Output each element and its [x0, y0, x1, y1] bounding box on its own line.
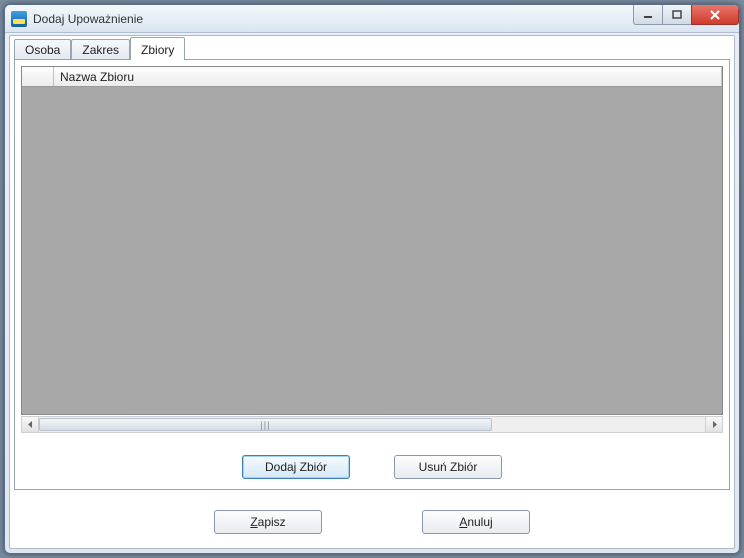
scroll-thumb[interactable]: ||| — [39, 418, 492, 431]
save-label-rest: apisz — [258, 515, 286, 529]
save-mnemonic: Z — [250, 515, 257, 529]
cancel-button[interactable]: Anuluj — [422, 510, 530, 534]
cancel-label-rest: nuluj — [467, 515, 492, 529]
client-area: Osoba Zakres Zbiory Nazwa Zbioru ||| — [9, 35, 735, 549]
tab-osoba[interactable]: Osoba — [14, 39, 71, 60]
remove-collection-button[interactable]: Usuń Zbiór — [394, 455, 502, 479]
chevron-left-icon — [27, 421, 34, 428]
close-icon — [709, 10, 721, 20]
scroll-right-button[interactable] — [705, 417, 722, 432]
app-icon — [11, 11, 27, 27]
tab-zakres[interactable]: Zakres — [71, 39, 130, 60]
tabstrip: Osoba Zakres Zbiory — [14, 38, 185, 60]
tabpage-zbiory: Nazwa Zbioru ||| Dodaj Zbiór — [14, 59, 730, 490]
window-title: Dodaj Upoważnienie — [33, 12, 143, 26]
minimize-icon — [643, 10, 653, 20]
chevron-right-icon — [711, 421, 718, 428]
tab-zbiory[interactable]: Zbiory — [130, 37, 185, 60]
data-grid[interactable]: Nazwa Zbioru — [21, 66, 723, 415]
scroll-track[interactable]: ||| — [39, 417, 705, 432]
grid-container: Nazwa Zbioru ||| — [21, 66, 723, 433]
column-nazwa-zbioru[interactable]: Nazwa Zbioru — [54, 67, 722, 86]
titlebar[interactable]: Dodaj Upoważnienie — [5, 5, 739, 33]
close-button[interactable] — [691, 5, 739, 25]
grid-header-row: Nazwa Zbioru — [22, 67, 722, 87]
maximize-button[interactable] — [662, 5, 692, 25]
window: Dodaj Upoważnienie Osoba Zakres Zbiory — [4, 4, 740, 554]
minimize-button[interactable] — [633, 5, 663, 25]
save-button[interactable]: Zapisz — [214, 510, 322, 534]
window-controls — [634, 5, 739, 25]
dialog-buttons: Zapisz Anuluj — [10, 510, 734, 534]
grid-action-buttons: Dodaj Zbiór Usuń Zbiór — [15, 455, 729, 479]
horizontal-scrollbar[interactable]: ||| — [21, 416, 723, 433]
column-selector[interactable] — [22, 67, 54, 86]
add-collection-button[interactable]: Dodaj Zbiór — [242, 455, 350, 479]
cancel-mnemonic: A — [459, 515, 467, 529]
maximize-icon — [672, 10, 682, 20]
scroll-left-button[interactable] — [22, 417, 39, 432]
